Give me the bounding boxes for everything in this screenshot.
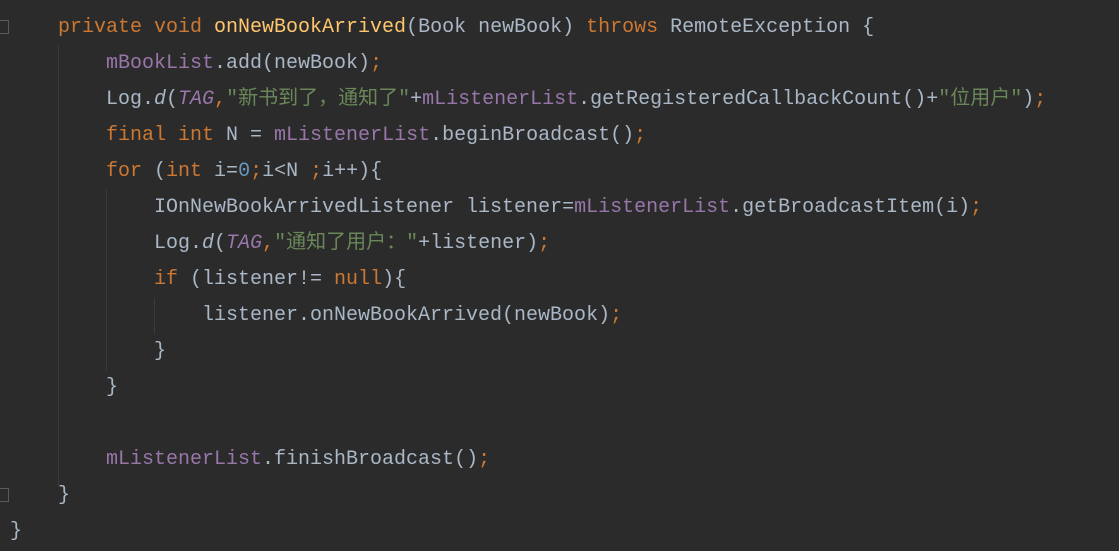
code-token: TAG [226, 232, 263, 255]
code-token: + [410, 88, 423, 111]
code-line[interactable]: } [10, 514, 22, 550]
code-token: .getRegisteredCallbackCount()+ [578, 88, 939, 111]
code-token: ; [1034, 88, 1047, 111]
code-line[interactable]: Log.d(TAG,"通知了用户："+listener); [154, 226, 550, 262]
code-token: ; [478, 448, 491, 471]
code-token: .beginBroadcast() [430, 124, 635, 147]
code-token: d [202, 232, 215, 255]
code-token: .getBroadcastItem(i) [730, 196, 971, 219]
code-token: mListenerList [574, 196, 731, 219]
code-token: Log. [106, 88, 155, 111]
code-token: onNewBookArrived [214, 16, 407, 39]
code-line[interactable]: } [106, 370, 118, 406]
code-token: private [58, 16, 155, 39]
code-token: ; [970, 196, 983, 219]
code-line[interactable]: mBookList.add(newBook); [106, 46, 382, 82]
code-line[interactable]: final int N = mListenerList.beginBroadca… [106, 118, 646, 154]
code-token: } [154, 340, 167, 363]
code-line[interactable]: IOnNewBookArrivedListener listener=mList… [154, 190, 982, 226]
code-token: TAG [178, 88, 215, 111]
code-token: null [334, 268, 383, 291]
indent-guide [58, 46, 59, 486]
code-token: for [106, 160, 155, 183]
code-token: listener.onNewBookArrived(newBook) [202, 304, 611, 327]
code-token: ( [214, 232, 227, 255]
code-token: i<N [262, 160, 311, 183]
fold-marker-icon[interactable] [0, 488, 9, 502]
code-token: ; [538, 232, 551, 255]
code-token: .add(newBook) [214, 52, 371, 75]
code-line[interactable]: for (int i=0;i<N ;i++){ [106, 154, 382, 190]
code-token: (Book newBook) [406, 16, 587, 39]
code-token: ; [610, 304, 623, 327]
code-token: "通知了用户：" [274, 232, 419, 255]
code-token: int [178, 124, 227, 147]
code-token: mBookList [106, 52, 215, 75]
code-token: Log. [154, 232, 203, 255]
code-token: IOnNewBookArrivedListener listener= [154, 196, 575, 219]
code-token: 0 [238, 160, 251, 183]
fold-marker-icon[interactable] [0, 20, 9, 34]
code-token: N = [226, 124, 275, 147]
code-token: ; [370, 52, 383, 75]
code-token: (listener!= [190, 268, 335, 291]
code-line[interactable]: if (listener!= null){ [154, 262, 406, 298]
code-token: void [154, 16, 215, 39]
indent-guide [106, 190, 107, 370]
code-token: , [262, 232, 275, 255]
code-token: +listener) [418, 232, 539, 255]
code-token: RemoteException { [670, 16, 875, 39]
code-token: } [106, 376, 119, 399]
code-token: ( [166, 88, 179, 111]
code-token: i= [214, 160, 239, 183]
code-token: i++){ [322, 160, 383, 183]
code-token: final [106, 124, 179, 147]
code-line[interactable]: } [58, 478, 70, 514]
code-line[interactable]: mListenerList.finishBroadcast(); [106, 442, 490, 478]
code-token: ){ [382, 268, 407, 291]
code-token: ) [1022, 88, 1035, 111]
code-token: ; [250, 160, 263, 183]
code-token: if [154, 268, 191, 291]
code-token: mListenerList [274, 124, 431, 147]
code-line[interactable]: } [154, 334, 166, 370]
code-token: d [154, 88, 167, 111]
code-token: , [214, 88, 227, 111]
code-line[interactable]: private void onNewBookArrived(Book newBo… [58, 10, 874, 46]
code-line[interactable]: Log.d(TAG,"新书到了，通知了"+mListenerList.getRe… [106, 82, 1046, 118]
code-token: "位用户" [938, 88, 1023, 111]
indent-guide [154, 298, 155, 334]
code-token: mListenerList [422, 88, 579, 111]
code-token: } [10, 520, 23, 543]
code-line[interactable]: listener.onNewBookArrived(newBook); [202, 298, 622, 334]
code-token: throws [586, 16, 671, 39]
code-token: .finishBroadcast() [262, 448, 479, 471]
code-token: } [58, 484, 71, 507]
code-token: ; [310, 160, 323, 183]
code-token: int [166, 160, 215, 183]
code-token: mListenerList [106, 448, 263, 471]
code-token: "新书到了，通知了" [226, 88, 411, 111]
code-token: ( [154, 160, 167, 183]
code-token: ; [634, 124, 647, 147]
